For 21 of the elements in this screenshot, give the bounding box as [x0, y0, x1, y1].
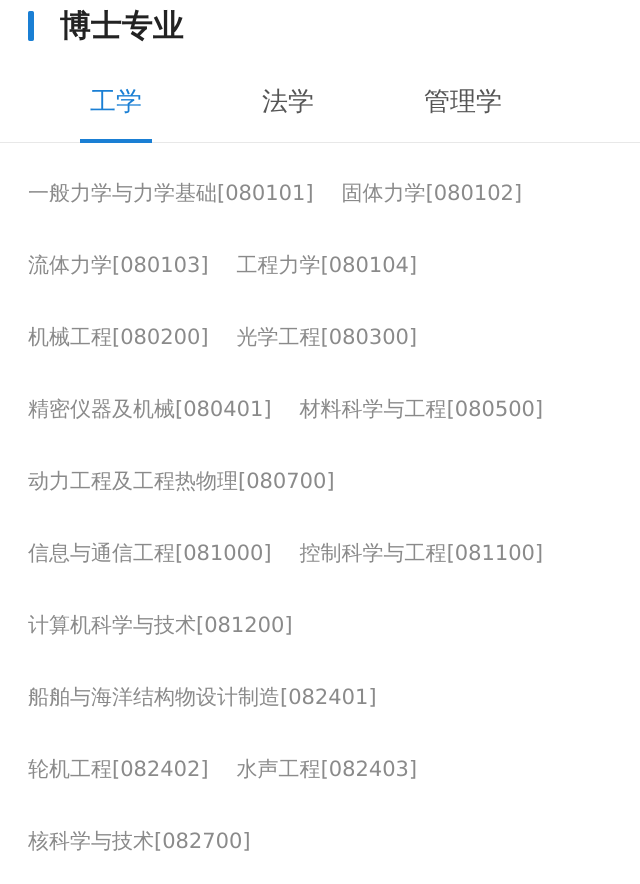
major-link[interactable]: 轮机工程[082402] — [28, 755, 209, 783]
major-link[interactable]: 船舶与海洋结构物设计制造[082401] — [28, 683, 377, 711]
major-link[interactable]: 机械工程[080200] — [28, 323, 209, 351]
major-link[interactable]: 精密仪器及机械[080401] — [28, 395, 272, 423]
category-tab[interactable]: 管理学 — [424, 70, 502, 143]
major-link[interactable]: 信息与通信工程[081000] — [28, 539, 272, 567]
major-link[interactable]: 动力工程及工程热物理[080700] — [28, 467, 335, 495]
major-link[interactable]: 材料科学与工程[080500] — [300, 395, 544, 423]
category-tab[interactable]: 法学 — [252, 70, 324, 143]
major-link[interactable]: 一般力学与力学基础[080101] — [28, 179, 314, 207]
major-link[interactable]: 流体力学[080103] — [28, 251, 209, 279]
accent-bar — [28, 11, 34, 41]
category-tab[interactable]: 工学 — [80, 70, 152, 143]
major-link[interactable]: 控制科学与工程[081100] — [300, 539, 544, 567]
major-link[interactable]: 固体力学[080102] — [342, 179, 522, 207]
major-link[interactable]: 计算机科学与技术[081200] — [28, 611, 293, 639]
section-title: 博士专业 — [60, 7, 184, 46]
major-link[interactable]: 光学工程[080300] — [236, 323, 418, 351]
major-link[interactable]: 水声工程[082403] — [236, 755, 418, 783]
major-link[interactable]: 核科学与技术[082700] — [28, 827, 251, 855]
major-link[interactable]: 工程力学[080104] — [236, 251, 418, 279]
